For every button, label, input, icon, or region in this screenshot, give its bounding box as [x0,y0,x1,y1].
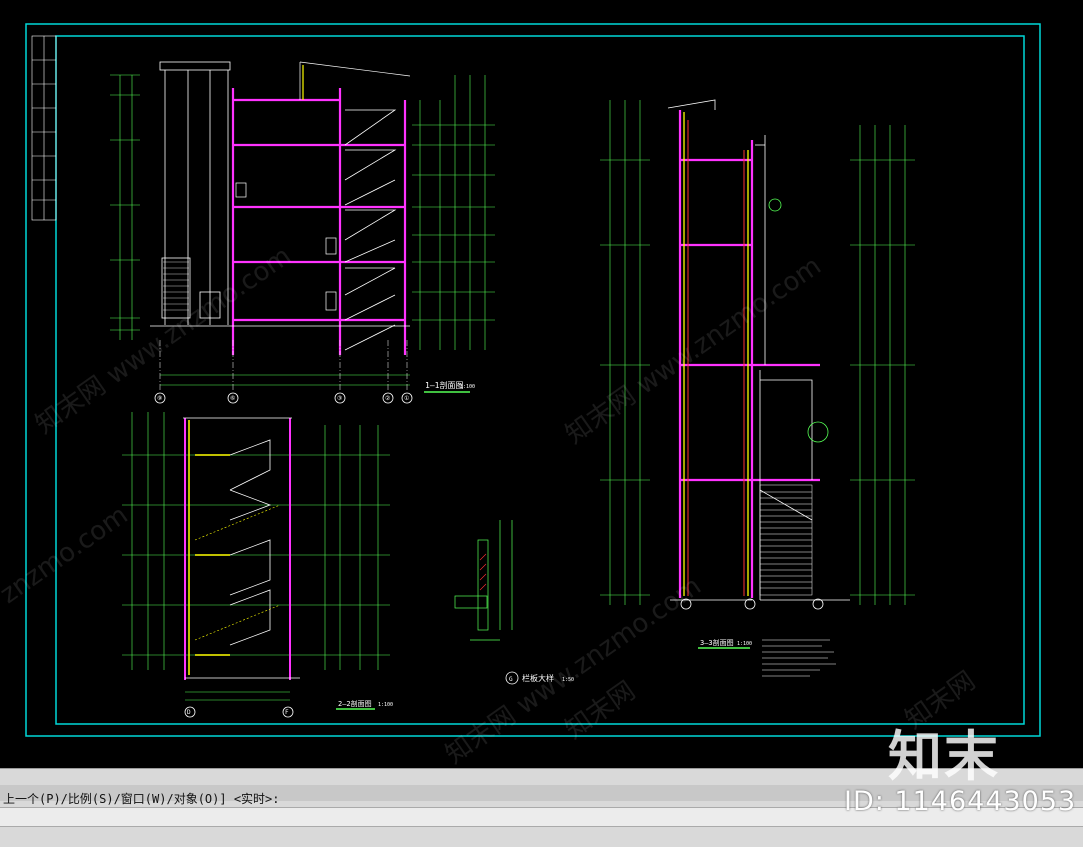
detail-marker: G [509,676,513,683]
cad-drawing-canvas[interactable]: ⑨ ⑥ ③ ② ① 1—1剖面图 1:100 D F 2—2剖面图 1:100 … [0,0,1083,770]
axis-label: ⑥ [230,395,235,402]
axis-label: ① [404,395,409,402]
axis-label: ② [385,395,390,402]
title-block [31,35,57,221]
section-3-title: 3—3剖面图 [700,638,734,647]
command-prompt: 上一个(P)/比例(S)/窗口(W)/对象(O)] <实时>: [3,792,280,806]
axis-label: ③ [337,395,342,402]
watermark-logo: 知末 [888,725,1000,788]
axis-label: D [187,709,191,716]
section-1-scale: 1:100 [460,384,475,390]
section-1-title: 1—1剖面图 [425,380,463,390]
axis-label: F [285,709,289,716]
watermark-id: ID: 1146443053 [844,786,1077,817]
axis-label: ⑨ [157,395,162,402]
outer-frame [25,23,1041,737]
section-3-scale: 1:100 [737,641,752,647]
section-2-2: D F 2—2剖面图 1:100 [122,412,393,718]
section-2-title: 2—2剖面图 [338,699,372,708]
section-2-scale: 1:100 [378,702,393,708]
cad-drawing: ⑨ ⑥ ③ ② ① 1—1剖面图 1:100 D F 2—2剖面图 1:100 … [25,23,1041,737]
inner-frame [55,35,1025,725]
